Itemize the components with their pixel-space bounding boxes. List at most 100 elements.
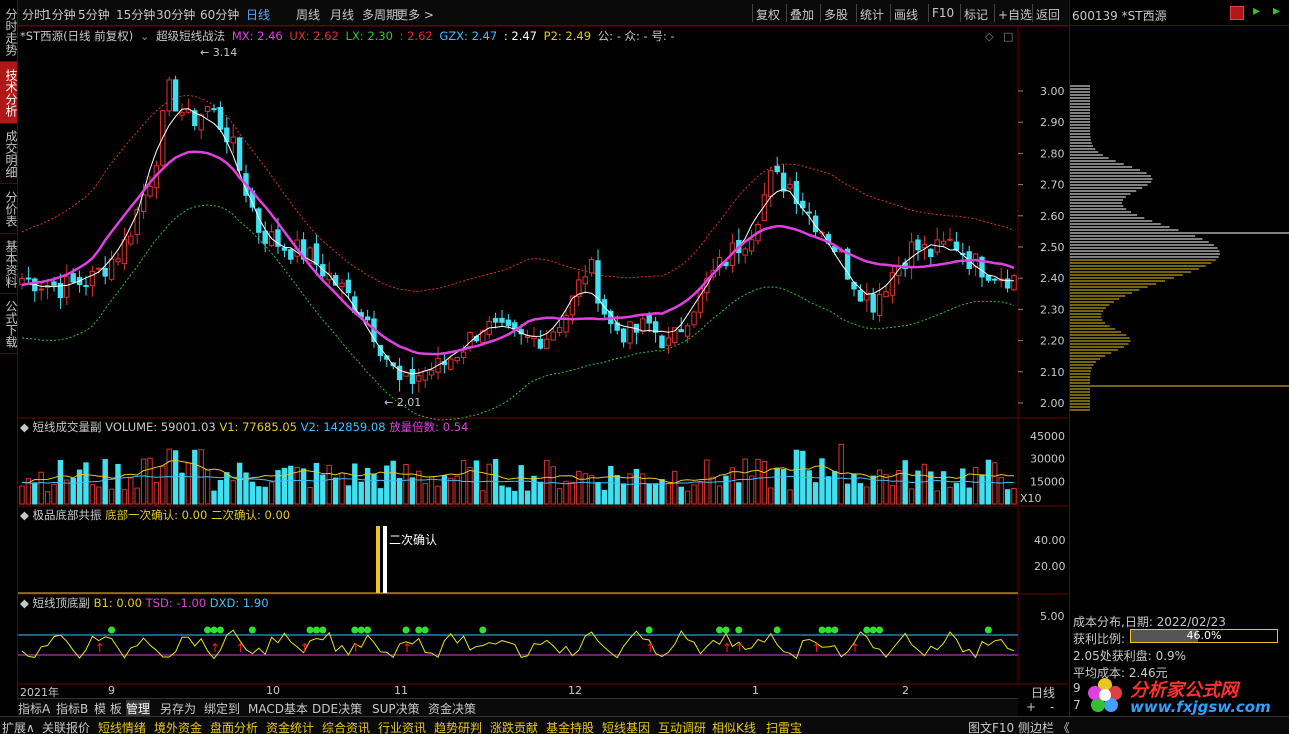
bottom-tab-1[interactable]: 关联报价 xyxy=(42,719,90,734)
volume-bar xyxy=(172,450,179,505)
candle-body xyxy=(172,79,179,112)
lower-band-line xyxy=(21,204,1015,421)
bottom-tab-2[interactable]: 短线情绪 xyxy=(98,719,146,734)
volume-bar xyxy=(140,458,147,505)
volume-bar xyxy=(736,482,742,505)
top-signal-dot xyxy=(306,626,314,634)
volume-bar xyxy=(646,483,652,505)
volume-bar xyxy=(678,486,684,505)
candle-body xyxy=(236,137,243,171)
arrow-right-icon[interactable]: ▸ xyxy=(1253,3,1260,19)
zoom-in-button[interactable]: + xyxy=(1026,700,1036,714)
top-signal-dot xyxy=(863,626,871,634)
candle-body xyxy=(70,273,76,283)
bottom-right-links[interactable]: 图文F10 侧边栏 《 xyxy=(968,719,1070,734)
bottom-tab-5[interactable]: 资金统计 xyxy=(266,719,314,734)
bottom-tab-12[interactable]: 互动调研 xyxy=(658,719,706,734)
indicator-tab-7[interactable]: DDE决策 xyxy=(312,700,362,717)
bottom-tab-13[interactable]: 相似K线 xyxy=(712,719,756,734)
arrow-up-icon: ↑ xyxy=(210,641,220,655)
volume-bar xyxy=(288,465,294,505)
diamond-icon[interactable]: ◇ xyxy=(985,30,994,43)
volume-bar xyxy=(313,462,320,505)
osc-markers: ↑ ↑ ↑ ↑ ↑ ↑ ↑ ↑ ↑ ↑ ↑ xyxy=(95,626,992,655)
volume-bar xyxy=(428,476,435,505)
volume-bar xyxy=(460,460,467,505)
candle-body xyxy=(108,258,115,280)
indicator-tab-4[interactable]: 另存为 xyxy=(160,700,196,717)
flower-logo-icon xyxy=(1086,676,1124,714)
resonance-signal-1 xyxy=(376,526,380,593)
volume-bar xyxy=(665,482,672,505)
volume-bar xyxy=(825,476,832,505)
volume-bar xyxy=(960,468,966,505)
indicator-tab-0[interactable]: 指标A xyxy=(18,700,50,717)
volume-bar xyxy=(147,457,153,505)
zoom-out-button[interactable]: - xyxy=(1050,700,1054,714)
candle-body xyxy=(422,370,428,381)
top-signal-dot xyxy=(248,626,256,634)
candle-body xyxy=(870,293,876,313)
bottom-tab-4[interactable]: 盘面分析 xyxy=(210,719,258,734)
volume-bar xyxy=(921,463,928,505)
volume-bar xyxy=(505,487,512,505)
square-icon[interactable]: □ xyxy=(1003,30,1013,43)
volume-bar xyxy=(710,476,716,505)
volume-bar xyxy=(307,486,313,505)
bottom-tab-14[interactable]: 扫雷宝 xyxy=(766,719,802,734)
volume-bar xyxy=(787,489,793,505)
date-label: 9 xyxy=(108,684,115,697)
volume-bar xyxy=(940,471,947,505)
candle-body xyxy=(876,293,883,316)
indicator-tab-6[interactable]: MACD基本 xyxy=(248,700,308,717)
bottom-tab-8[interactable]: 趋势研判 xyxy=(434,719,482,734)
top-signal-dot xyxy=(210,626,218,634)
indicator-toolbar: 指标A 指标B 模 板管理 另存为 绑定到 MACD基本 DDE决策 SUP决策 资金决策 xyxy=(18,698,1018,717)
candle-body xyxy=(985,274,992,281)
volume-bar xyxy=(352,463,358,505)
bottom-tab-0[interactable]: 扩展∧ xyxy=(2,719,35,734)
row-9: 9 xyxy=(1073,681,1081,695)
bottom-tab-9[interactable]: 涨跌贡献 xyxy=(490,719,538,734)
bottom-tab-11[interactable]: 短线基因 xyxy=(602,719,650,734)
candle-body xyxy=(646,314,652,324)
price-tick-label: 2.70 xyxy=(1040,179,1065,192)
volume-bar xyxy=(755,458,761,505)
candle-body xyxy=(230,136,236,144)
candle-body xyxy=(96,267,102,270)
candle-body xyxy=(89,270,96,287)
candle-body xyxy=(537,338,544,349)
bottom-tab-3[interactable]: 境外资金 xyxy=(154,719,202,734)
bottom-tab-10[interactable]: 基金持股 xyxy=(546,719,594,734)
indicator-tab-5[interactable]: 绑定到 xyxy=(204,700,240,717)
top-signal-dot xyxy=(722,626,730,634)
volume-unit-label: X10 xyxy=(1020,492,1042,505)
price-tick-label: 2.30 xyxy=(1040,303,1065,316)
volume-bar xyxy=(844,483,851,505)
indicator-tab-2[interactable]: 模 板 xyxy=(94,700,122,717)
candle-body xyxy=(38,288,44,291)
bottom-tab-6[interactable]: 综合资讯 xyxy=(322,719,370,734)
volume-bar xyxy=(812,482,819,505)
volume-bar xyxy=(697,482,704,505)
volume-bar xyxy=(716,485,723,505)
bottom-tab-7[interactable]: 行业资讯 xyxy=(378,719,426,734)
top-signal-dot xyxy=(204,626,212,634)
volume-bar xyxy=(204,469,211,505)
date-label: 11 xyxy=(394,684,408,697)
volume-bar xyxy=(774,467,780,505)
volume-bar xyxy=(115,463,121,505)
indicator-tab-8[interactable]: SUP决策 xyxy=(372,700,420,717)
candle-body xyxy=(211,108,217,111)
arrow-right-icon-2[interactable]: ▸ xyxy=(1273,3,1280,19)
candle-body xyxy=(448,358,454,370)
volume-bar xyxy=(153,481,160,505)
volume-bar xyxy=(300,468,307,505)
chart-icon[interactable] xyxy=(1230,6,1244,20)
indicator-tab-1[interactable]: 指标B xyxy=(56,700,88,717)
volume-bar xyxy=(217,479,224,505)
indicator-tab-9[interactable]: 资金决策 xyxy=(428,700,476,717)
candle-body xyxy=(281,247,288,251)
indicator-tab-3[interactable]: 管理 xyxy=(126,700,151,717)
chart-area[interactable]: 3.00 2.90 2.80 2.70 2.60 2.50 2.40 2.30 2.20 2.10… xyxy=(0,0,1070,700)
